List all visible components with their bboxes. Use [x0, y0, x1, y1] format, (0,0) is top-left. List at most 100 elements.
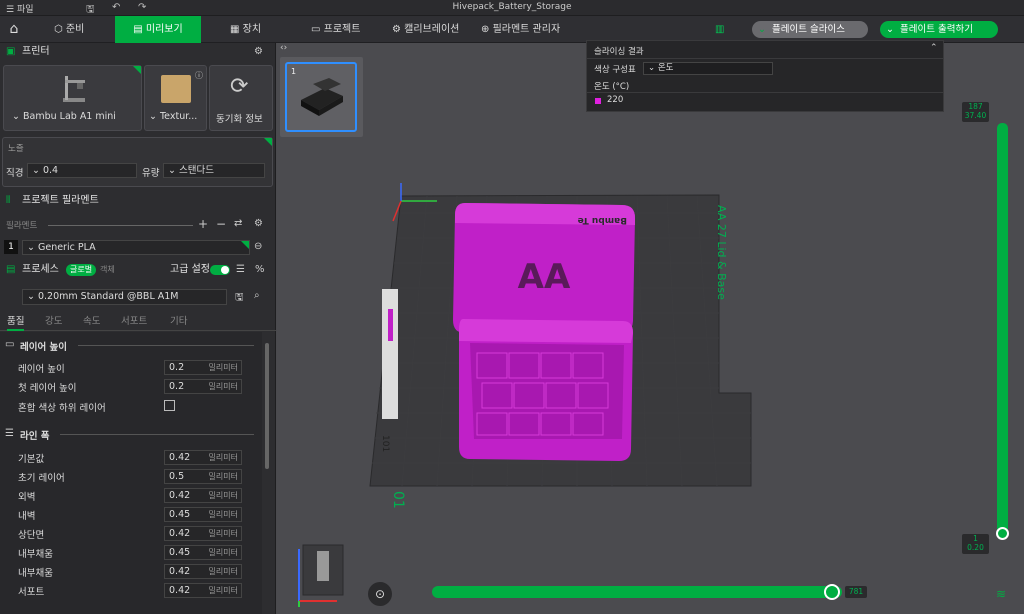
diameter-select[interactable]: ⌄ 0.4 [27, 163, 137, 178]
filament-remove-circle-icon[interactable]: ⊖ [254, 241, 262, 252]
tab-prepare[interactable]: ⬡ 준비 [54, 16, 84, 43]
tab-preview[interactable]: ▤ 미리보기 [115, 16, 201, 43]
tab-device[interactable]: ▦ 장치 [230, 16, 261, 43]
unit-label: 밀리미터 [208, 491, 238, 500]
unit-label: 밀리미터 [208, 382, 238, 391]
unit-label: 밀리미터 [208, 453, 238, 462]
temperature-value: 220 [607, 95, 624, 105]
title-bar: ☰ 파일 🖫 ↶ ↷ Hivepack_Battery_Storage [0, 0, 1024, 16]
printer-settings-icon[interactable]: ⚙ [254, 43, 263, 61]
settings-list: ▭ 레이어 높이 레이어 높이 0.2 밀리미터 첫 레이어 높이 0.2 밀리미터… [0, 332, 262, 614]
line-width-input[interactable]: 0.45 밀리미터 [164, 507, 242, 522]
layer-top-readout: 187 37.40 [962, 102, 989, 122]
add-filament-icon[interactable]: + [198, 217, 208, 231]
filament-settings-icon[interactable]: ⚙ [254, 218, 263, 229]
target-icon: ⊙ [374, 587, 386, 601]
tab-project[interactable]: ▭ 프로젝트 [311, 16, 360, 43]
layer-top-number: 187 [968, 102, 983, 111]
divider [48, 225, 193, 226]
tab-others[interactable]: 기타 [170, 313, 187, 327]
percent-icon[interactable]: % [255, 261, 265, 279]
layer-height-label: 레이어 높이 [18, 364, 65, 375]
layer-slider-handle-bottom[interactable] [996, 527, 1009, 540]
filament-sublabel: 필라멘트 [6, 221, 38, 231]
filament-select[interactable]: ⌄ Generic PLA [22, 240, 250, 255]
unit-label: 밀리미터 [208, 472, 238, 481]
advanced-switch[interactable] [210, 265, 230, 275]
print-plate-button[interactable]: ⌄ 플레이트 출력하기 [880, 21, 998, 38]
flow-select[interactable]: ⌄ 스탠다드 [163, 163, 265, 178]
move-slider-track[interactable] [432, 586, 842, 598]
filament-header-label: 프로젝트 필라멘트 [22, 195, 99, 206]
collapse-icon[interactable]: ⌃ [930, 43, 938, 53]
remove-filament-icon[interactable]: − [216, 217, 226, 231]
printer-header-label: 프린터 [22, 46, 50, 57]
unit-label: 밀리미터 [208, 567, 238, 576]
plate-type-card[interactable]: ⓘ ⌄ Textur... [144, 65, 207, 131]
settings-sidebar: ▣ 프린터 ⚙ ⌄ Bambu Lab A1 mini ⓘ ⌄ Textur..… [0, 43, 276, 614]
line-width-value: 0.42 [169, 528, 191, 539]
tab-strength[interactable]: 강도 [45, 313, 62, 327]
object-toggle[interactable]: 객체 [100, 261, 115, 279]
tab-speed[interactable]: 속도 [83, 313, 100, 327]
line-width-value: 0.42 [169, 490, 191, 501]
diameter-label: 직경 [6, 168, 24, 179]
tab-quality[interactable]: 품질 [7, 313, 25, 331]
selected-corner [133, 66, 141, 74]
switch-knob [221, 266, 229, 274]
line-width-input[interactable]: 0.42 밀리미터 [164, 526, 242, 541]
layers-icon: ▤ [133, 24, 146, 35]
line-width-input[interactable]: 0.5 밀리미터 [164, 469, 242, 484]
unit-label: 밀리미터 [208, 548, 238, 557]
layer-slider-track[interactable] [997, 123, 1008, 533]
nozzle-panel: 노즐 직경 ⌄ 0.4 유량 ⌄ 스탠다드 [2, 137, 273, 187]
process-preset-name: 0.20mm Standard @BBL A1M [37, 291, 179, 302]
plate-view-icon[interactable]: ▥ [715, 16, 724, 43]
line-width-input[interactable]: 0.45 밀리미터 [164, 545, 242, 560]
global-toggle[interactable]: 글로벌 [66, 264, 97, 276]
line-width-row-label: 서포트 [18, 587, 45, 598]
move-slider-handle[interactable] [824, 584, 840, 600]
home-icon[interactable]: ⌂ [4, 16, 24, 43]
tab-support[interactable]: 서포트 [121, 313, 147, 327]
line-width-row-label: 외벽 [18, 492, 36, 503]
main-toolbar: ⌂ ⬡ 준비 ▤ 미리보기 ▦ 장치 ▭ 프로젝트 ⚙ 캘리브레이션 ⊕ 필라멘… [0, 16, 1024, 43]
mixed-color-layers-checkbox[interactable] [164, 400, 175, 411]
process-preset-select[interactable]: ⌄ 0.20mm Standard @BBL A1M [22, 289, 227, 305]
temperature-swatch [595, 98, 601, 104]
tab-calibration[interactable]: ⚙ 캘리브레이션 [392, 16, 459, 43]
sidebar-scrollbar[interactable] [265, 343, 269, 469]
slice-plate-button[interactable]: ⌄ 플레이트 슬라이스 [752, 21, 868, 38]
3d-viewport[interactable]: ‹› 1 101 AA Bambu Te AA 27 Lid & Base 01… [277, 40, 1024, 614]
list-icon[interactable]: ☰ [236, 261, 245, 279]
cube-icon: ⬡ [54, 24, 66, 35]
line-width-input[interactable]: 0.42 밀리미터 [164, 564, 242, 579]
tab-filament-manager[interactable]: ⊕ 필라멘트 관리자 [481, 16, 560, 43]
layer-height-value: 0.2 [169, 362, 185, 373]
tab-prepare-label: 준비 [65, 24, 85, 35]
layers-stack-icon[interactable]: ≋ [996, 587, 1006, 601]
tab-calibration-label: 캘리브레이션 [404, 24, 460, 35]
layer-height-header: 레이어 높이 [20, 342, 68, 353]
line-width-input[interactable]: 0.42 밀리미터 [164, 450, 242, 465]
color-scheme-select[interactable]: ⌄ 온도 [643, 62, 773, 75]
plate-type: ⌄ Textur... [149, 111, 198, 122]
line-width-input[interactable]: 0.42 밀리미터 [164, 488, 242, 503]
recenter-view-button[interactable]: ⊙ [368, 582, 392, 606]
search-icon[interactable]: ⌕ [254, 290, 260, 301]
sync-info-button[interactable]: ⟳ 동기화 정보 [209, 65, 273, 131]
line-width-value: 0.42 [169, 452, 191, 463]
printer-select-card[interactable]: ⌄ Bambu Lab A1 mini [3, 65, 142, 131]
save-preset-icon[interactable]: 🖫 [235, 290, 244, 307]
layer-height-input[interactable]: 0.2 밀리미터 [164, 360, 242, 375]
plate-number-label: 01 [390, 491, 406, 509]
sync-icon: ⟳ [230, 74, 249, 99]
line-width-row-label: 내부채움 [18, 549, 53, 560]
temperature-label: 온도 (°C) [594, 82, 630, 92]
unit-label: 밀리미터 [208, 586, 238, 595]
filament-sync-icon[interactable]: ⇄ [234, 218, 242, 229]
line-width-input[interactable]: 0.42 밀리미터 [164, 583, 242, 598]
info-icon[interactable]: ⓘ [195, 70, 203, 81]
first-layer-height-input[interactable]: 0.2 밀리미터 [164, 379, 242, 394]
view-cube[interactable] [291, 541, 351, 611]
